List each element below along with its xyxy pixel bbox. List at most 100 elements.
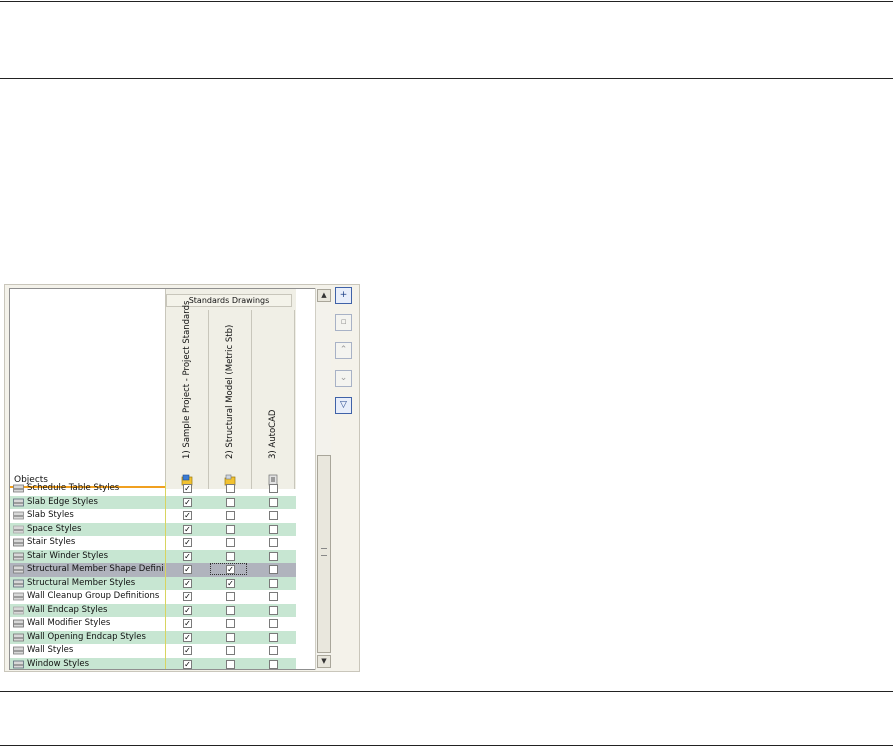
standards-checkbox-1[interactable]: ✓ <box>183 659 192 669</box>
row-label: Window Styles <box>27 658 89 669</box>
column-label-1: 1) Sample Project - Project Standards <box>182 300 192 459</box>
member-shape-icon <box>13 565 24 574</box>
standards-checkbox-3[interactable] <box>269 565 278 574</box>
standards-checkbox-2[interactable] <box>226 484 235 493</box>
standards-checkbox-3[interactable] <box>269 484 278 493</box>
table-row[interactable]: Wall Modifier Styles ✓ <box>10 617 296 631</box>
filter-button[interactable]: ▽ <box>335 397 352 414</box>
column-header-2[interactable]: 2) Structural Model (Metric Stb) <box>209 310 252 489</box>
standards-checkbox-2[interactable] <box>226 551 235 561</box>
table-row[interactable]: Structural Member Shape Definit... ✓ ✓ <box>10 563 296 577</box>
stair-winder-icon <box>13 552 24 560</box>
standards-panel: Objects Standards Drawings 1) Sample Pro… <box>4 284 360 672</box>
column-header-3[interactable]: 3) AutoCAD <box>252 310 295 489</box>
table-row[interactable]: Slab Styles ✓ <box>10 509 296 523</box>
column-label-3: 3) AutoCAD <box>268 409 278 459</box>
standards-checkbox-1[interactable]: ✓ <box>183 565 192 574</box>
row-label: Wall Styles <box>27 645 74 655</box>
standards-checkbox-2[interactable] <box>226 592 235 601</box>
table-row[interactable]: Structural Member Styles ✓ ✓ <box>10 576 296 590</box>
filter-icon: ▽ <box>340 400 347 410</box>
vertical-scrollbar[interactable]: ▲ ▼ <box>315 288 331 670</box>
window-style-icon <box>13 660 24 668</box>
row-label: Stair Styles <box>27 537 76 547</box>
add-drawing-button[interactable]: + <box>335 287 352 304</box>
remove-drawing-button[interactable]: ▫ <box>335 314 352 331</box>
standards-checkbox-1[interactable]: ✓ <box>183 497 192 507</box>
scroll-grip <box>321 548 327 556</box>
standards-checkbox-2[interactable] <box>226 497 235 507</box>
standards-checkbox-3[interactable] <box>269 632 278 642</box>
column-label-2: 2) Structural Model (Metric Stb) <box>225 324 235 459</box>
standards-checkbox-1[interactable]: ✓ <box>183 632 192 642</box>
standards-checkbox-1[interactable]: ✓ <box>183 484 192 493</box>
standards-checkbox-2[interactable] <box>226 511 235 520</box>
standards-checkbox-3[interactable] <box>269 619 278 628</box>
table-row[interactable]: Stair Styles ✓ <box>10 536 296 550</box>
row-label: Wall Modifier Styles <box>27 618 111 628</box>
standards-checkbox-2[interactable] <box>226 659 235 669</box>
scroll-down-button[interactable]: ▼ <box>317 655 331 668</box>
bottom-rule-1 <box>0 691 893 692</box>
wall-opening-endcap-icon <box>13 633 24 641</box>
table-row[interactable]: Stair Winder Styles ✓ <box>10 549 296 563</box>
standards-checkbox-1[interactable]: ✓ <box>183 524 192 534</box>
standards-checkbox-3[interactable] <box>269 551 278 561</box>
standards-checkbox-3[interactable] <box>269 659 278 669</box>
table-row[interactable]: Wall Opening Endcap Styles ✓ <box>10 630 296 644</box>
member-style-icon <box>13 579 24 587</box>
standards-checkbox-1[interactable]: ✓ <box>183 619 192 628</box>
row-label: Wall Opening Endcap Styles <box>27 631 146 642</box>
standards-checkbox-3[interactable] <box>269 646 278 655</box>
table-row[interactable]: Slab Edge Styles ✓ <box>10 495 296 509</box>
standards-checkbox-3[interactable] <box>269 497 278 507</box>
scroll-thumb[interactable] <box>317 455 331 653</box>
standards-checkbox-3[interactable] <box>269 605 278 615</box>
standards-checkbox-3[interactable] <box>269 538 278 547</box>
move-up-button[interactable]: ⌃ <box>335 342 352 359</box>
add-drawing-icon: + <box>339 290 348 300</box>
standards-checkbox-1[interactable]: ✓ <box>183 538 192 547</box>
wall-modifier-icon <box>13 619 24 628</box>
standards-checkbox-2[interactable] <box>226 619 235 628</box>
standards-checkbox-2[interactable] <box>226 632 235 642</box>
column-divider <box>165 563 166 577</box>
standards-checkbox-1[interactable]: ✓ <box>183 592 192 601</box>
standards-checkbox-1[interactable]: ✓ <box>183 511 192 520</box>
table-row[interactable]: Window Styles ✓ <box>10 657 296 669</box>
table-row[interactable]: Wall Endcap Styles ✓ <box>10 603 296 617</box>
schedule-table-icon <box>13 484 24 493</box>
table-row[interactable]: Wall Styles ✓ <box>10 644 296 658</box>
column-divider <box>165 590 166 604</box>
row-label: Space Styles <box>27 523 82 534</box>
table-row[interactable]: Space Styles ✓ <box>10 522 296 536</box>
column-divider <box>165 644 166 658</box>
standards-checkbox-3[interactable] <box>269 524 278 534</box>
move-down-icon: ⌄ <box>339 373 348 383</box>
table-row[interactable]: Schedule Table Styles ✓ <box>10 482 296 496</box>
row-label: Slab Edge Styles <box>27 496 98 507</box>
row-label: Slab Styles <box>27 510 74 520</box>
standards-checkbox-1[interactable]: ✓ <box>183 551 192 561</box>
slab-edge-icon <box>13 498 24 506</box>
scroll-up-button[interactable]: ▲ <box>317 289 331 302</box>
standards-checkbox-3[interactable] <box>269 578 278 588</box>
standards-checkbox-2[interactable]: ✓ <box>226 578 235 588</box>
standards-checkbox-2[interactable] <box>226 605 235 615</box>
standards-checkbox-3[interactable] <box>269 511 278 520</box>
grid-header: Objects Standards Drawings 1) Sample Pro… <box>10 289 316 489</box>
standards-checkbox-3[interactable] <box>269 592 278 601</box>
standards-checkbox-2[interactable] <box>226 646 235 655</box>
column-header-1[interactable]: 1) Sample Project - Project Standards <box>166 301 209 489</box>
standards-checkbox-1[interactable]: ✓ <box>183 605 192 615</box>
standards-checkbox-1[interactable]: ✓ <box>183 646 192 655</box>
standards-checkbox-1[interactable]: ✓ <box>183 578 192 588</box>
standards-checkbox-2[interactable] <box>226 538 235 547</box>
top-rule-2 <box>0 78 893 79</box>
row-label: Stair Winder Styles <box>27 550 109 561</box>
remove-drawing-icon: ▫ <box>340 317 347 327</box>
table-row[interactable]: Wall Cleanup Group Definitions ✓ <box>10 590 296 604</box>
move-down-button[interactable]: ⌄ <box>335 370 352 387</box>
object-rows: Schedule Table Styles ✓ Slab Edge Styles ✓ S… <box>10 482 316 669</box>
standards-checkbox-2[interactable] <box>226 524 235 534</box>
